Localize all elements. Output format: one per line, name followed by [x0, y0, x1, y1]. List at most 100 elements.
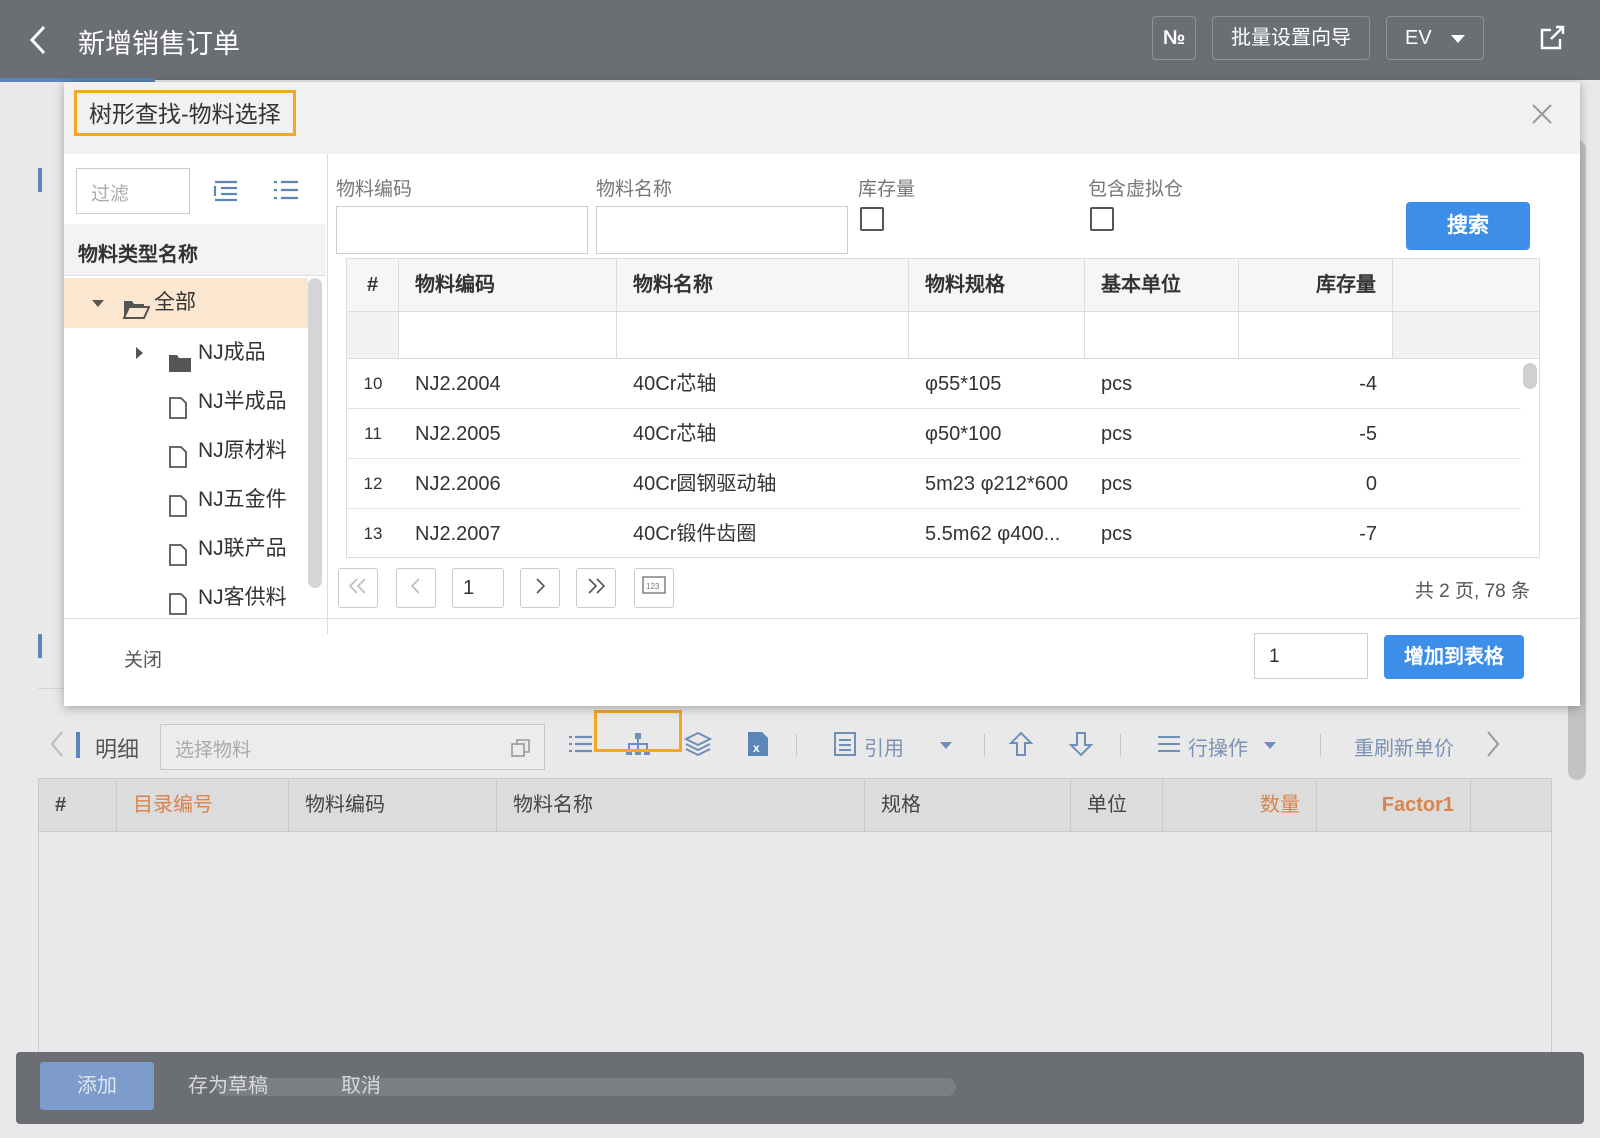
- layers-icon[interactable]: [683, 730, 713, 763]
- filter-cell[interactable]: [399, 312, 617, 358]
- page-input[interactable]: 1: [452, 568, 504, 608]
- tree-node-nj-coproduct[interactable]: NJ联产品: [168, 524, 318, 574]
- tree-node-nj-finished[interactable]: NJ成品: [134, 328, 314, 378]
- close-icon[interactable]: [1530, 102, 1554, 126]
- list-icon[interactable]: [566, 730, 594, 763]
- col-factor1[interactable]: Factor1: [1317, 779, 1471, 831]
- filter-cell[interactable]: [909, 312, 1085, 358]
- col-material-spec[interactable]: 物料规格: [909, 259, 1085, 311]
- number-button[interactable]: №: [1152, 16, 1196, 60]
- menu-icon[interactable]: [1156, 730, 1182, 763]
- caret-down-icon[interactable]: [1264, 742, 1276, 749]
- chevron-left-icon[interactable]: [50, 730, 64, 765]
- first-page-button[interactable]: [338, 568, 378, 608]
- reference-icon[interactable]: [832, 730, 858, 763]
- excel-icon[interactable]: x: [746, 730, 770, 763]
- table-scroll-thumb[interactable]: [1523, 363, 1537, 389]
- row-spec: 5.5m62 φ400...: [925, 523, 1061, 545]
- divider: [1120, 734, 1121, 756]
- col-base-unit[interactable]: 基本单位: [1085, 259, 1239, 311]
- row-name: 40Cr锻件齿圈: [633, 523, 757, 545]
- virtual-warehouse-label: 包含虚拟仓: [1088, 179, 1184, 200]
- batch-wizard-button[interactable]: 批量设置向导: [1212, 16, 1370, 60]
- stock-filter-label: 库存量: [858, 179, 916, 200]
- chevron-right-icon[interactable]: [1486, 730, 1500, 763]
- col-quantity[interactable]: 数量: [1163, 779, 1317, 831]
- add-to-table-button[interactable]: 增加到表格: [1384, 635, 1524, 679]
- copy-icon[interactable]: [510, 737, 530, 757]
- reference-label[interactable]: 引用: [864, 732, 904, 761]
- row-unit: pcs: [1101, 423, 1133, 445]
- stock-checkbox[interactable]: [860, 207, 884, 231]
- filter-cell[interactable]: [347, 312, 399, 358]
- tree-node-label: NJ成品: [198, 341, 266, 364]
- col-material-name[interactable]: 物料名称: [497, 779, 865, 831]
- section-marker: [38, 168, 42, 192]
- arrow-down-icon[interactable]: [1068, 730, 1094, 763]
- table-filter-row: [347, 311, 1539, 359]
- prev-page-button[interactable]: [396, 568, 436, 608]
- filter-cell[interactable]: [1239, 312, 1393, 358]
- col-stock[interactable]: 库存量: [1239, 259, 1393, 311]
- tree-node-nj-customer[interactable]: NJ客供料: [168, 573, 318, 623]
- row-ops-label[interactable]: 行操作: [1188, 732, 1248, 761]
- share-icon[interactable]: [1538, 24, 1566, 52]
- add-button[interactable]: 添加: [40, 1062, 154, 1110]
- ev-dropdown[interactable]: EV: [1386, 16, 1484, 60]
- material-select-dialog: 树形查找-物料选择 过滤 物料类型名称 全部 NJ成品 NJ半成品 NJ原材料 …: [64, 82, 1580, 706]
- tree-node-nj-semi[interactable]: NJ半成品: [168, 377, 318, 427]
- collapse-all-icon[interactable]: [272, 178, 300, 209]
- table-row[interactable]: 10 NJ2.2004 40Cr芯轴 φ55*105 pcs -4: [347, 359, 1521, 409]
- detail-label: 明细: [95, 737, 140, 762]
- col-material-name[interactable]: 物料名称: [617, 259, 909, 311]
- table-row[interactable]: 12 NJ2.2006 40Cr圆钢驱动轴 5m23 φ212*600 pcs …: [347, 459, 1521, 509]
- caret-down-icon[interactable]: [92, 300, 104, 307]
- expand-all-icon[interactable]: [212, 178, 240, 209]
- row-stock: -5: [1359, 423, 1377, 445]
- row-name: 40Cr芯轴: [633, 373, 717, 395]
- next-page-button[interactable]: [520, 568, 560, 608]
- search-button[interactable]: 搜索: [1406, 202, 1530, 250]
- top-bar: 新增销售订单 № 批量设置向导 EV: [0, 0, 1600, 80]
- back-icon[interactable]: [28, 24, 48, 61]
- tree-node-nj-hardware[interactable]: NJ五金件: [168, 475, 318, 525]
- caret-down-icon[interactable]: [940, 742, 952, 749]
- col-material-code[interactable]: 物料编码: [289, 779, 497, 831]
- name-filter-label: 物料名称: [596, 179, 673, 200]
- row-name: 40Cr圆钢驱动轴: [633, 473, 777, 495]
- dialog-footer: 关闭 1 增加到表格: [64, 618, 1580, 706]
- virtual-warehouse-checkbox[interactable]: [1090, 207, 1114, 231]
- tree-node-nj-raw[interactable]: NJ原材料: [168, 426, 318, 476]
- filter-cell[interactable]: [617, 312, 909, 358]
- table-row[interactable]: 11 NJ2.2005 40Cr芯轴 φ50*100 pcs -5: [347, 409, 1521, 459]
- row-index: 11: [364, 424, 382, 443]
- tree-filter-input[interactable]: 过滤: [76, 168, 190, 214]
- section-marker: [38, 634, 42, 658]
- refresh-price-button[interactable]: 重刷新单价: [1354, 732, 1454, 761]
- cancel-button[interactable]: 取消: [316, 1062, 406, 1110]
- col-spec[interactable]: 规格: [865, 779, 1071, 831]
- detail-grid-header: # 目录编号 物料编码 物料名称 规格 单位 数量 Factor1: [38, 778, 1552, 832]
- quantity-input[interactable]: 1: [1254, 633, 1368, 679]
- col-material-code[interactable]: 物料编码: [399, 259, 617, 311]
- select-material-input[interactable]: 选择物料: [160, 724, 545, 770]
- tree-scrollbar[interactable]: [308, 278, 322, 588]
- row-unit: pcs: [1101, 473, 1133, 495]
- table-row[interactable]: 13 NJ2.2007 40Cr锻件齿圈 5.5m62 φ400... pcs …: [347, 509, 1521, 559]
- code-filter-input[interactable]: [336, 206, 588, 254]
- pager-summary: 共 2 页, 78 条: [1414, 581, 1530, 602]
- last-page-button[interactable]: [576, 568, 616, 608]
- col-catalog-no[interactable]: 目录编号: [117, 779, 289, 831]
- arrow-up-icon[interactable]: [1008, 730, 1034, 763]
- col-unit[interactable]: 单位: [1071, 779, 1163, 831]
- caret-right-icon[interactable]: [136, 347, 143, 359]
- table-scrollbar[interactable]: [1523, 363, 1537, 553]
- filter-cell[interactable]: [1085, 312, 1239, 358]
- close-button[interactable]: 关闭: [124, 645, 162, 672]
- highlight-box: [594, 710, 682, 752]
- save-draft-button[interactable]: 存为草稿: [176, 1062, 280, 1110]
- name-filter-input[interactable]: [596, 206, 848, 254]
- page-number-icon[interactable]: 123: [634, 568, 674, 608]
- tree-node-all[interactable]: 全部: [90, 278, 290, 328]
- row-unit: pcs: [1101, 523, 1133, 545]
